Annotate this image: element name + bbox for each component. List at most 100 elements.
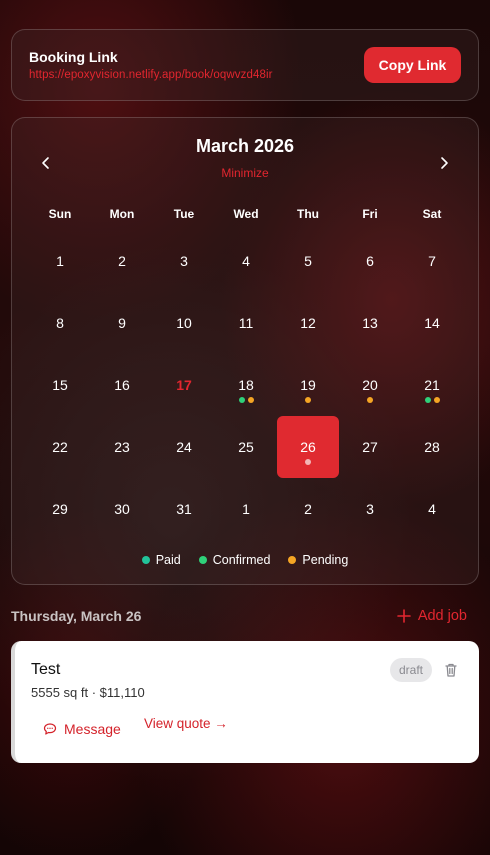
view-quote-link[interactable]: View quote → xyxy=(144,716,228,731)
weekday-label: Sun xyxy=(48,207,72,221)
copy-link-button[interactable]: Copy Link xyxy=(364,47,461,83)
calendar-day[interactable]: 3 xyxy=(153,230,215,292)
calendar-day[interactable]: 13 xyxy=(339,292,401,354)
legend-label: Paid xyxy=(155,553,181,567)
calendar-day[interactable]: 5 xyxy=(277,230,339,292)
calendar-day-number: 16 xyxy=(114,377,130,393)
legend-dot xyxy=(141,556,150,564)
calendar-day[interactable]: 22 xyxy=(29,416,91,478)
calendar-day-number: 22 xyxy=(52,439,68,455)
calendar-day[interactable]: 1 xyxy=(215,478,277,540)
event-dot-pending xyxy=(247,397,254,403)
calendar-day-number: 30 xyxy=(114,501,130,517)
calendar-day[interactable]: 20 xyxy=(339,354,401,416)
calendar-day-number: 4 xyxy=(428,501,436,517)
calendar-month-title: March 2026 xyxy=(195,136,295,156)
selected-day-title: Thursday, March 26 xyxy=(11,608,142,624)
event-dot-confirmed xyxy=(424,397,431,403)
calendar-day-number: 6 xyxy=(366,253,374,269)
calendar-day[interactable]: 21 xyxy=(401,354,463,416)
calendar-day[interactable]: 31 xyxy=(153,478,215,540)
calendar-day-number: 21 xyxy=(424,377,440,393)
job-card[interactable]: Test 5555 sq ft · $11,110 draft Message … xyxy=(11,641,479,763)
event-dot-pending xyxy=(433,397,440,403)
legend-item: Pending xyxy=(288,553,348,567)
calendar-day-number: 11 xyxy=(238,315,254,331)
event-dot-pending xyxy=(367,397,373,403)
calendar-day[interactable]: 10 xyxy=(153,292,215,354)
job-details: 5555 sq ft · $11,110 xyxy=(31,685,145,700)
calendar-day-number: 19 xyxy=(300,377,316,393)
calendar-day[interactable]: 15 xyxy=(29,354,91,416)
calendar-day[interactable]: 25 xyxy=(215,416,277,478)
calendar-day[interactable]: 30 xyxy=(91,478,153,540)
calendar-day[interactable]: 12 xyxy=(277,292,339,354)
calendar-legend: Paid Confirmed Pending xyxy=(12,553,478,567)
calendar-day[interactable]: 6 xyxy=(339,230,401,292)
calendar-day[interactable]: 8 xyxy=(29,292,91,354)
chat-bubble-icon xyxy=(43,723,57,735)
calendar-day-number: 2 xyxy=(304,501,312,517)
calendar-day-number: 27 xyxy=(362,439,378,455)
calendar-card: March 2026 Minimize Sun Mon Tue Wed Thu Fri Sa… xyxy=(11,117,479,585)
calendar-day[interactable]: 2 xyxy=(277,478,339,540)
calendar-day[interactable]: 2 xyxy=(91,230,153,292)
selected-day-header: Thursday, March 26 Add job xyxy=(11,608,479,624)
weekday-label: Thu xyxy=(297,207,319,221)
job-title: Test xyxy=(31,661,61,678)
event-dots xyxy=(424,397,440,403)
calendar-day-number: 10 xyxy=(176,315,192,331)
calendar-day[interactable]: 18 xyxy=(215,354,277,416)
calendar-day-number: 24 xyxy=(176,439,192,455)
calendar-day[interactable]: 16 xyxy=(91,354,153,416)
calendar-day[interactable]: 9 xyxy=(91,292,153,354)
calendar-day-number: 31 xyxy=(176,501,192,517)
calendar-day-number: 23 xyxy=(114,439,130,455)
calendar-day[interactable]: 4 xyxy=(401,478,463,540)
calendar-day[interactable]: 28 xyxy=(401,416,463,478)
event-dot-draft xyxy=(305,459,311,465)
weekday-label: Mon xyxy=(109,207,135,221)
calendar-day-grid: 1 2 3 4 5 6 7 8 9 10 11 12 13 14 15 16 17 18 19 20 21 22 23 24 2… xyxy=(29,230,463,540)
calendar-header: March 2026 Minimize xyxy=(12,136,478,182)
minimize-calendar-link[interactable]: Minimize xyxy=(221,166,268,180)
calendar-day[interactable]: 7 xyxy=(401,230,463,292)
calendar-day-number: 29 xyxy=(52,501,68,517)
calendar-day-number: 5 xyxy=(304,253,312,269)
booking-link-title: Booking Link xyxy=(29,49,118,65)
calendar-day[interactable]: 11 xyxy=(215,292,277,354)
calendar-day-number: 28 xyxy=(424,439,440,455)
calendar-day-number: 3 xyxy=(180,253,188,269)
legend-dot xyxy=(198,556,207,564)
calendar-day-number: 15 xyxy=(52,377,68,393)
message-button[interactable]: Message xyxy=(43,721,121,737)
calendar-day-number: 25 xyxy=(238,439,254,455)
booking-link-url[interactable]: https://epoxyvision.netlify.app/book/oqw… xyxy=(29,69,273,81)
event-dots xyxy=(367,397,373,403)
trash-icon[interactable] xyxy=(443,662,459,678)
calendar-day[interactable]: 14 xyxy=(401,292,463,354)
legend-dot xyxy=(288,556,297,564)
add-job-button[interactable]: Add job xyxy=(397,608,467,624)
legend-item: Paid xyxy=(141,553,181,567)
calendar-day[interactable]: 4 xyxy=(215,230,277,292)
legend-label: Pending xyxy=(302,553,349,567)
booking-link-card: Booking Link https://epoxyvision.netlify… xyxy=(11,29,479,101)
calendar-day-number: 9 xyxy=(118,315,126,331)
weekday-header-row: Sun Mon Tue Wed Thu Fri Sat xyxy=(29,207,463,221)
calendar-day[interactable]: 27 xyxy=(339,416,401,478)
calendar-day[interactable]: 29 xyxy=(29,478,91,540)
calendar-day[interactable]: 1 xyxy=(29,230,91,292)
calendar-day-number: 1 xyxy=(242,501,250,517)
calendar-day-number: 8 xyxy=(56,315,64,331)
calendar-day[interactable]: 19 xyxy=(277,354,339,416)
calendar-day[interactable]: 3 xyxy=(339,478,401,540)
calendar-day-today[interactable]: 17 xyxy=(153,354,215,416)
calendar-day[interactable]: 24 xyxy=(153,416,215,478)
event-dots xyxy=(305,459,311,465)
calendar-day-number: 3 xyxy=(366,501,374,517)
calendar-day[interactable]: 23 xyxy=(91,416,153,478)
calendar-day-selected[interactable]: 26 xyxy=(277,416,339,478)
legend-item: Confirmed xyxy=(198,553,270,567)
calendar-day-number: 2 xyxy=(118,253,126,269)
